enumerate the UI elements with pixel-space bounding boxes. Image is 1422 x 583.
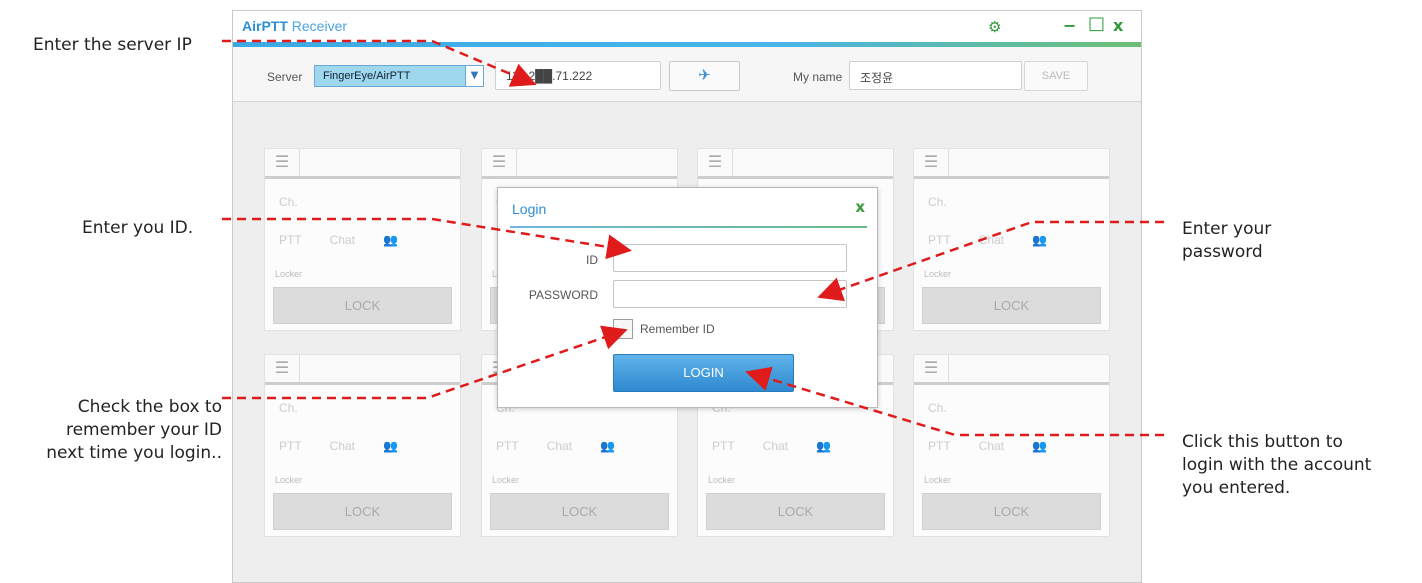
arrow-login: [745, 366, 1164, 437]
arrow-password: [817, 220, 1164, 302]
annotation-arrows: [222, 39, 1164, 437]
arrow-id: [222, 217, 632, 260]
arrow-server-ip: [222, 39, 537, 87]
arrow-remember: [222, 325, 628, 400]
